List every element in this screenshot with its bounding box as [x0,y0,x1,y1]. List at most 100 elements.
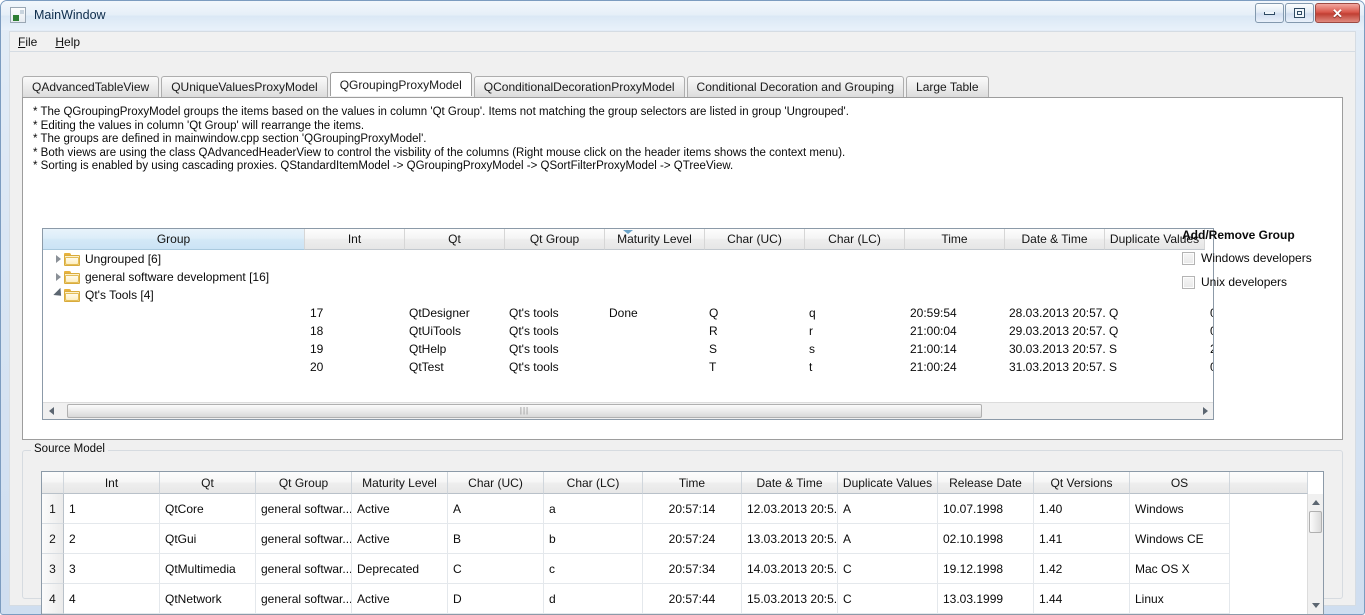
tree-cell-duplicate-values[interactable]: S [1105,340,1205,358]
tree-cell-maturity-level[interactable] [605,358,705,376]
vscroll-track[interactable] [1308,511,1324,597]
cell-qt-versions[interactable]: 1.40 [1034,494,1130,524]
cell-int[interactable]: 3 [64,554,160,584]
cell-release-date[interactable]: 10.07.1998 [938,494,1034,524]
menu-item-help[interactable]: Help [55,35,80,49]
tree-cell-qt-group[interactable]: Qt's tools [505,304,605,322]
tree-cell-date-time[interactable]: 29.03.2013 20:57... [1005,322,1105,340]
source-header-time[interactable]: Time [643,472,742,494]
scroll-down-icon[interactable] [1308,597,1324,614]
tree-cell-int[interactable]: 19 [305,340,405,358]
tab-quniquevaluesproxymodel[interactable]: QUniqueValuesProxyModel [161,76,328,97]
tree-cell-char-lc[interactable]: s [805,340,905,358]
tree-cell-int[interactable]: 20 [305,358,405,376]
tree-cell-extra[interactable]: 0 [1205,304,1213,322]
tree-cell-char-uc[interactable]: R [705,322,805,340]
table-row[interactable]: 17 QtDesigner Qt's tools Done Q q 20:59:… [43,304,1213,322]
scroll-up-icon[interactable] [1308,494,1324,511]
tab-conditional-decoration-and-grouping[interactable]: Conditional Decoration and Grouping [686,76,905,97]
tree-cell-int[interactable]: 17 [305,304,405,322]
maximize-button[interactable] [1285,3,1314,23]
hscroll-thumb[interactable]: ||| [67,403,982,418]
row-number[interactable]: 1 [42,494,64,524]
checkbox-unix-developers[interactable] [1182,275,1195,289]
cell-duplicate-values[interactable]: C [838,584,938,614]
checkbox-windows-developers[interactable] [1182,251,1195,265]
tree-cell-char-uc[interactable]: S [705,340,805,358]
cell-qt-group[interactable]: general softwar... [256,554,352,584]
cell-release-date[interactable]: 19.12.1998 [938,554,1034,584]
tab-qadvancedtableview[interactable]: QAdvancedTableView [22,76,160,97]
row-number[interactable]: 3 [42,554,64,584]
tree-cell-char-uc[interactable]: Q [705,304,805,322]
source-header-int[interactable]: Int [64,472,160,494]
menu-item-file[interactable]: File [18,35,37,49]
source-header-char-uc[interactable]: Char (UC) [448,472,544,494]
tree-cell-qt-group[interactable]: Qt's tools [505,358,605,376]
tree-header-date-time[interactable]: Date & Time [1005,229,1105,250]
close-button[interactable]: ✕ [1315,3,1360,23]
cell-os[interactable]: Windows CE [1130,524,1230,554]
cell-date-time[interactable]: 15.03.2013 20:5... [742,584,838,614]
tree-cell-extra[interactable]: 2 [1205,340,1213,358]
tree-cell-int[interactable]: 18 [305,322,405,340]
cell-os[interactable]: Linux [1130,584,1230,614]
cell-int[interactable]: 2 [64,524,160,554]
table-row[interactable]: 3 3 QtMultimedia general softwar... Depr… [42,554,1307,584]
minimize-button[interactable] [1255,3,1284,23]
tree-group-cell[interactable]: Ungrouped [6] [43,250,305,268]
cell-qt-group[interactable]: general softwar... [256,584,352,614]
tree-cell-char-lc[interactable]: q [805,304,905,322]
tree-cell-qt[interactable]: QtHelp [405,340,505,358]
tree-header-char-uc[interactable]: Char (UC) [705,229,805,250]
cell-char-uc[interactable]: C [448,554,544,584]
cell-time[interactable]: 20:57:24 [643,524,742,554]
tree-cell-duplicate-values[interactable]: Q [1105,304,1205,322]
tree-cell-qt[interactable]: QtUiTools [405,322,505,340]
cell-time[interactable]: 20:57:14 [643,494,742,524]
cell-qt[interactable]: QtGui [160,524,256,554]
row-number[interactable]: 2 [42,524,64,554]
source-header-maturity-level[interactable]: Maturity Level [352,472,448,494]
tree-header-time[interactable]: Time [905,229,1005,250]
expand-arrow-collapsed-icon[interactable] [53,268,64,286]
checkbox-row-unix-developers[interactable]: Unix developers [1182,275,1332,289]
cell-duplicate-values[interactable]: A [838,524,938,554]
cell-qt-group[interactable]: general softwar... [256,494,352,524]
tree-cell-duplicate-values[interactable]: Q [1105,322,1205,340]
expand-arrow-expanded-icon[interactable] [52,286,65,304]
source-header-char-lc[interactable]: Char (LC) [544,472,643,494]
scroll-left-icon[interactable] [43,402,59,419]
cell-qt-versions[interactable]: 1.41 [1034,524,1130,554]
tree-cell-time[interactable]: 20:59:54 [905,304,1005,322]
cell-char-lc[interactable]: a [544,494,643,524]
tree-cell-time[interactable]: 21:00:14 [905,340,1005,358]
tree-group-cell[interactable]: general software development [16] [43,268,305,286]
cell-qt-group[interactable]: general softwar... [256,524,352,554]
table-row[interactable]: 2 2 QtGui general softwar... Active B b … [42,524,1307,554]
tree-group-row[interactable]: Ungrouped [6] [43,250,1213,268]
cell-maturity-level[interactable]: Active [352,494,448,524]
source-header-release-date[interactable]: Release Date [938,472,1034,494]
cell-int[interactable]: 4 [64,584,160,614]
source-header-os[interactable]: OS [1130,472,1230,494]
tree-header-group[interactable]: Group [43,229,633,250]
cell-char-lc[interactable]: d [544,584,643,614]
tree-cell-date-time[interactable]: 28.03.2013 20:57... [1005,304,1105,322]
grouping-tree-view[interactable]: Group Int Qt Qt Group Maturity Level Cha… [42,228,1214,420]
cell-qt-versions[interactable]: 1.44 [1034,584,1130,614]
tree-group-row[interactable]: Qt's Tools [4] [43,286,1213,304]
tree-cell-duplicate-values[interactable]: S [1105,358,1205,376]
tree-header-char-lc[interactable]: Char (LC) [805,229,905,250]
tree-cell-maturity-level[interactable]: Done [605,304,705,322]
cell-release-date[interactable]: 02.10.1998 [938,524,1034,554]
cell-date-time[interactable]: 14.03.2013 20:5... [742,554,838,584]
source-header-qt[interactable]: Qt [160,472,256,494]
vscroll-thumb[interactable] [1308,511,1322,533]
cell-os[interactable]: Windows [1130,494,1230,524]
cell-char-uc[interactable]: D [448,584,544,614]
table-row[interactable]: 20 QtTest Qt's tools T t 21:00:24 31.03.… [43,358,1213,376]
tree-group-cell[interactable]: Qt's Tools [4] [43,286,305,304]
table-row[interactable]: 1 1 QtCore general softwar... Active A a… [42,494,1307,524]
table-row[interactable]: 18 QtUiTools Qt's tools R r 21:00:04 29.… [43,322,1213,340]
